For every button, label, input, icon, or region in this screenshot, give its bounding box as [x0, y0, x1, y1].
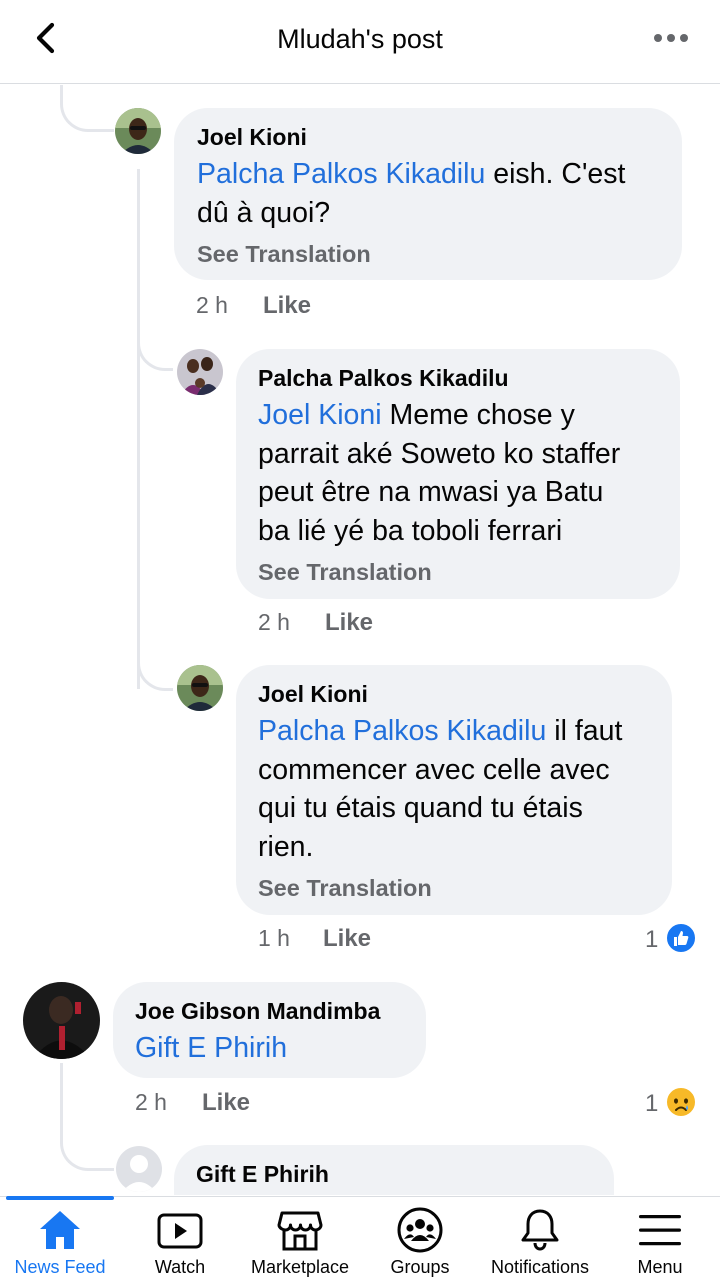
- like-button[interactable]: Like: [202, 1089, 250, 1117]
- comment-bubble[interactable]: Joel Kioni Palcha Palkos Kikadilu eish. …: [174, 108, 682, 280]
- home-icon: [40, 1211, 80, 1249]
- comment-text-line: eish. C'est: [493, 158, 626, 190]
- comment-text-line: rien.: [258, 830, 314, 863]
- comment-text: Palcha Palkos Kikadilu eish. C'est dû à …: [197, 155, 667, 232]
- thread-connector: [60, 85, 114, 132]
- avatar[interactable]: [23, 982, 100, 1059]
- nav-groups[interactable]: Groups: [360, 1197, 480, 1280]
- see-translation-link[interactable]: See Translation: [197, 241, 371, 268]
- mention-link[interactable]: Palcha Palkos Kikadilu: [258, 715, 546, 747]
- comment-author[interactable]: Joel Kioni: [258, 681, 368, 708]
- mention-link[interactable]: Joel Kioni: [258, 399, 382, 431]
- comment-text-line: dû à quoi?: [197, 196, 331, 229]
- comment-text: Joel Kioni Meme chose y parrait aké Sowe…: [258, 396, 672, 550]
- comment-bubble[interactable]: Joe Gibson Mandimba Gift E Phirih: [113, 982, 426, 1078]
- like-button[interactable]: Like: [325, 609, 373, 637]
- nav-watch[interactable]: Watch: [120, 1197, 240, 1280]
- comment-text-line: commencer avec celle avec: [258, 753, 610, 786]
- nav-label: Notifications: [490, 1257, 590, 1277]
- comment-time: 2 h: [196, 292, 228, 318]
- comment-time: 2 h: [135, 1089, 167, 1115]
- nav-label: Groups: [390, 1257, 450, 1277]
- comment-text-line: parrait aké Soweto ko staffer: [258, 437, 621, 470]
- comment-author[interactable]: Joe Gibson Mandimba: [135, 998, 380, 1025]
- reaction-count[interactable]: 1: [645, 926, 658, 954]
- nav-notifications[interactable]: Notifications: [480, 1197, 600, 1280]
- mention-link[interactable]: Gift E Phirih: [135, 1032, 287, 1064]
- thread-connector: [137, 169, 140, 689]
- nav-label: Menu: [637, 1257, 683, 1277]
- see-translation-link[interactable]: See Translation: [258, 875, 432, 902]
- thread-connector: [60, 1115, 114, 1171]
- comment-text-line: il faut: [554, 715, 623, 747]
- page-title: Mludah's post: [277, 24, 443, 54]
- like-button[interactable]: Like: [323, 925, 371, 953]
- thread-connector: [60, 1063, 63, 1123]
- comment-text-line: peut être na mwasi ya Batu: [258, 476, 604, 508]
- comment-bubble[interactable]: Joel Kioni Palcha Palkos Kikadilu il fau…: [236, 665, 672, 915]
- groups-icon: [397, 1207, 443, 1253]
- comment-author[interactable]: Joel Kioni: [197, 124, 307, 151]
- like-button[interactable]: Like: [263, 292, 311, 320]
- reaction-count[interactable]: 1: [645, 1090, 658, 1118]
- thread-connector: [137, 305, 173, 371]
- more-options-button[interactable]: [652, 26, 692, 50]
- nav-marketplace[interactable]: Marketplace: [240, 1197, 360, 1280]
- avatar[interactable]: [177, 349, 223, 395]
- comment-author[interactable]: Palcha Palkos Kikadilu: [258, 365, 509, 392]
- like-reaction-icon[interactable]: [665, 922, 697, 954]
- comment-text-line: Meme chose y: [389, 399, 575, 431]
- avatar[interactable]: [116, 1146, 162, 1192]
- nav-menu[interactable]: Menu: [600, 1197, 720, 1280]
- comment-author[interactable]: Gift E Phirih: [196, 1161, 329, 1188]
- comment-text: Gift E Phirih: [135, 1029, 425, 1068]
- bottom-navigation: News Feed Watch Marketplace Groups Notif…: [0, 1196, 720, 1280]
- comments-thread: Joel Kioni Palcha Palkos Kikadilu eish. …: [0, 85, 720, 1195]
- avatar[interactable]: [115, 108, 161, 154]
- comment-text-line: qui tu étais quand tu étais: [258, 792, 583, 824]
- see-translation-link[interactable]: See Translation: [258, 559, 432, 586]
- nav-news-feed[interactable]: News Feed: [0, 1197, 120, 1280]
- comment-bubble[interactable]: Palcha Palkos Kikadilu Joel Kioni Meme c…: [236, 349, 680, 599]
- thread-connector: [137, 625, 173, 691]
- comment-time: 2 h: [258, 609, 290, 635]
- more-horizontal-icon: [654, 34, 688, 42]
- nav-label: Watch: [154, 1257, 206, 1277]
- top-bar: Mludah's post: [0, 0, 720, 84]
- marketplace-icon: [277, 1211, 323, 1251]
- sad-reaction-icon[interactable]: [665, 1086, 697, 1118]
- comment-text-line: ba lié yé ba toboli ferrari: [258, 514, 563, 547]
- nav-label: News Feed: [14, 1257, 106, 1277]
- watch-icon: [157, 1213, 203, 1249]
- comment-bubble[interactable]: Gift E Phirih: [174, 1145, 614, 1195]
- comment-text: Palcha Palkos Kikadilu il faut commencer…: [258, 712, 664, 866]
- comment-time: 1 h: [258, 925, 290, 951]
- avatar[interactable]: [177, 665, 223, 711]
- menu-icon: [639, 1215, 681, 1246]
- bell-icon: [521, 1209, 559, 1251]
- mention-link[interactable]: Palcha Palkos Kikadilu: [197, 158, 485, 190]
- nav-label: Marketplace: [250, 1257, 350, 1277]
